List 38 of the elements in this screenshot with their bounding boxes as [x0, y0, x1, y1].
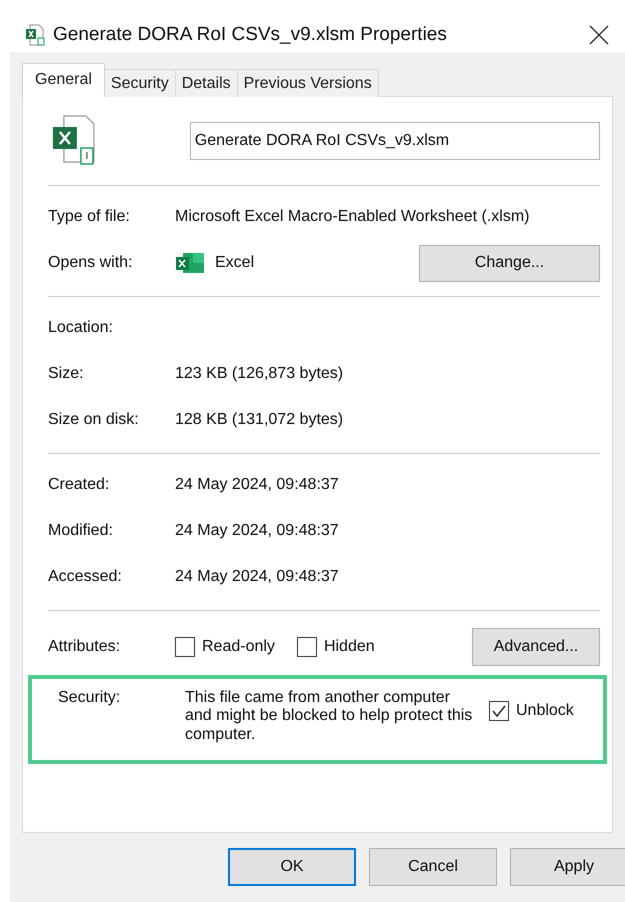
tab[interactable]: Previous Versions	[236, 69, 379, 97]
security-message: This file came from another computer and might be blocked to help protect this computer.	[185, 689, 474, 744]
field-label: Size:	[48, 365, 85, 383]
field-value: 24 May 2024, 09:48:37	[175, 568, 339, 586]
tab[interactable]: General	[22, 63, 105, 97]
field-value: 123 KB (126,873 bytes)	[175, 365, 344, 383]
tab[interactable]: Security	[104, 69, 176, 97]
advanced-button[interactable]: Advanced...	[472, 628, 600, 666]
dialog-button[interactable]: OK	[228, 848, 356, 886]
field-label: Accessed:	[48, 568, 123, 586]
field-label: Attributes:	[48, 638, 122, 656]
checkbox[interactable]	[175, 637, 195, 657]
tab[interactable]: Details	[174, 69, 238, 97]
dialog-button[interactable]: Cancel	[369, 848, 497, 886]
field-value: 24 May 2024, 09:48:37	[175, 522, 339, 540]
field-label: Location:	[48, 319, 114, 337]
window-title: Generate DORA RoI CSVs_v9.xlsm Properties	[53, 24, 448, 46]
file-name-field[interactable]: Generate DORA RoI CSVs_v9.xlsm	[190, 122, 600, 160]
field-label: Created:	[48, 476, 110, 494]
checkbox[interactable]	[489, 701, 509, 721]
field-value: 128 KB (131,072 bytes)	[175, 411, 344, 429]
excel-icon	[175, 252, 205, 274]
checkbox-label[interactable]: Hidden	[324, 638, 375, 656]
field-label: Size on disk:	[48, 411, 140, 429]
field-label: Security:	[58, 689, 122, 707]
field-value: 24 May 2024, 09:48:37	[175, 476, 339, 494]
excel-file-icon	[25, 24, 45, 46]
field-label: Modified:	[48, 522, 114, 540]
close-icon[interactable]	[589, 25, 609, 45]
dialog-button[interactable]: Apply	[510, 848, 625, 886]
checkbox-label[interactable]: Unblock	[516, 702, 574, 720]
change-button[interactable]: Change...	[419, 244, 600, 282]
field-value: Excel	[215, 254, 256, 272]
checkbox[interactable]	[296, 637, 317, 657]
field-label: Opens with:	[48, 254, 134, 272]
field-label: Type of file:	[48, 208, 131, 226]
field-value: Microsoft Excel Macro-Enabled Worksheet (.xlsm)	[175, 208, 530, 226]
checkbox-label[interactable]: Read-only	[202, 638, 275, 656]
